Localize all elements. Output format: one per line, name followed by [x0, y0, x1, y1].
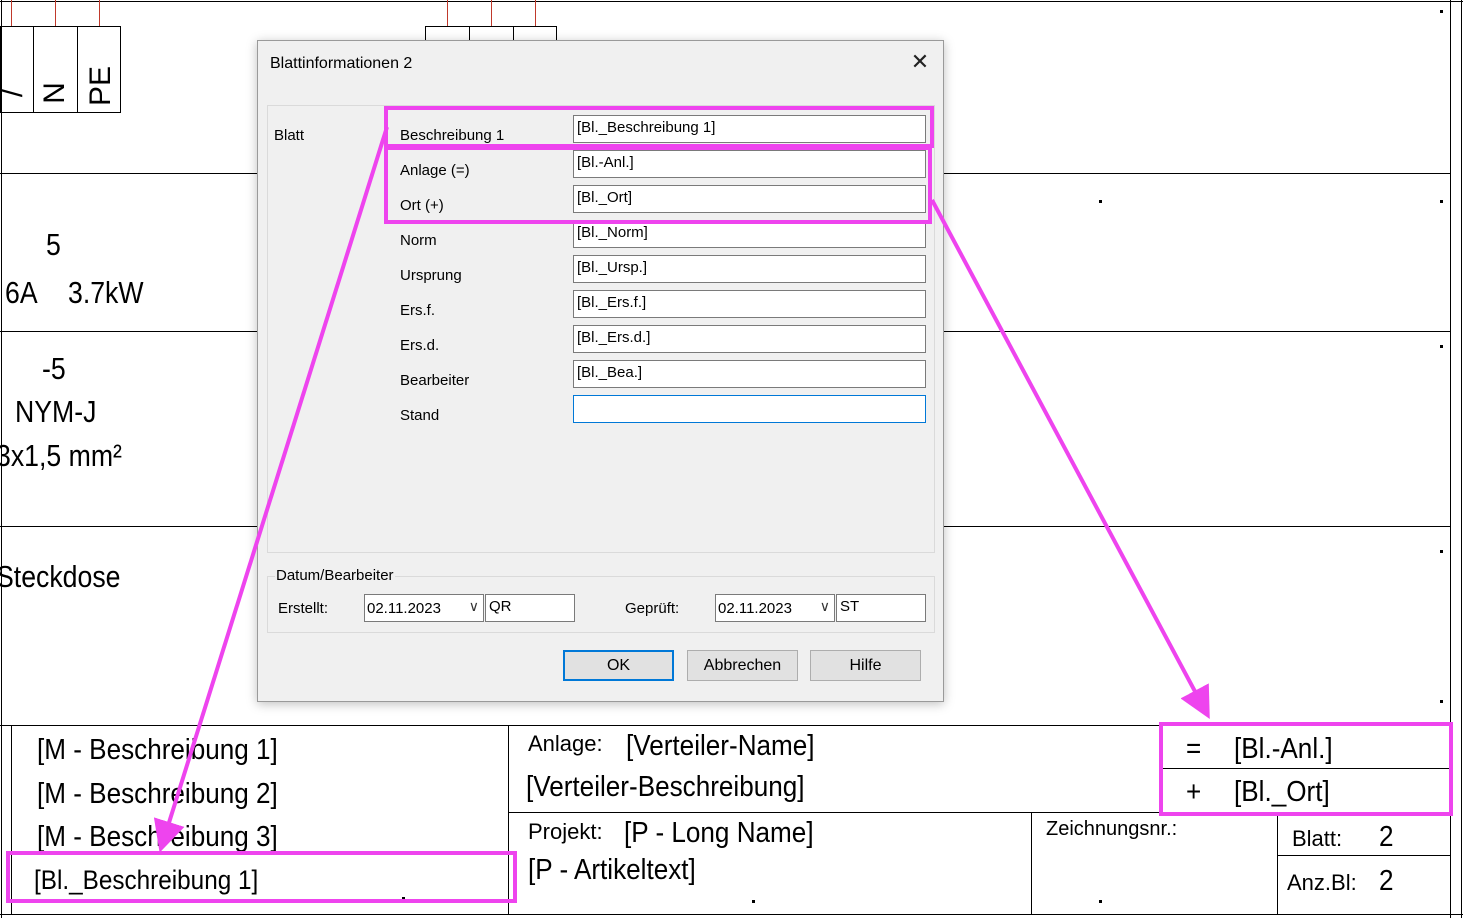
arrow-to-title-beschreibung — [153, 126, 389, 853]
annotation-arrows — [153, 126, 1210, 853]
arrow-to-title-anlage — [930, 199, 1210, 720]
